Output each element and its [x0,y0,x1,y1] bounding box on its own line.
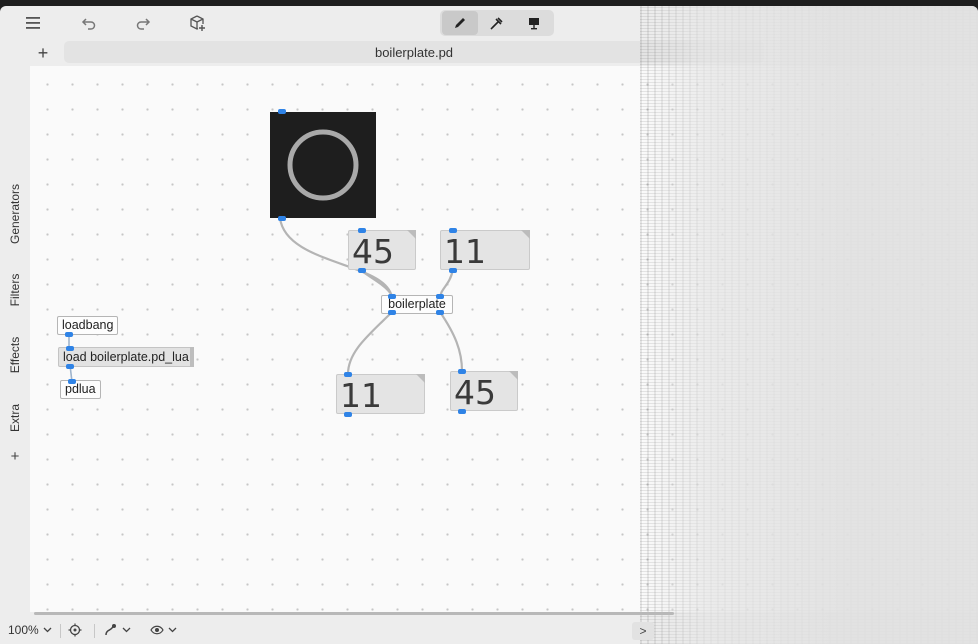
message-outlet[interactable] [66,364,74,369]
circle-display [287,129,359,201]
status-bar: 100% > [0,616,978,644]
sidebar-item-filters[interactable]: Filters [8,274,22,307]
number-inlet[interactable] [449,228,457,233]
number-box-input-left[interactable]: 45 [348,230,416,271]
mode-switcher [440,10,554,36]
patch-canvas[interactable]: 45 11 boilerplate 11 45 loadbang load bo… [30,66,978,612]
number-inlet[interactable] [344,372,352,377]
loadbang-outlet[interactable] [65,332,73,337]
divider [94,624,95,638]
chevron-down-icon [122,627,131,633]
add-object-icon [190,15,205,31]
divider [60,624,61,638]
horizontal-scrollbar[interactable] [34,612,674,615]
pencil-icon [455,18,465,28]
undo-icon [81,18,96,30]
number-inlet[interactable] [458,369,466,374]
connection-boilerplate-to-11 [346,311,393,375]
tab-bar: + boilerplate.pd [0,40,978,66]
zoom-level: 100% [8,623,39,637]
undo-button[interactable] [76,11,102,35]
add-object-button[interactable] [185,11,211,35]
chevron-down-icon [43,627,52,633]
boilerplate-outlet-left[interactable] [388,310,396,315]
console-toggle-button[interactable]: > [632,622,654,640]
toolbar [0,6,978,40]
number-inlet[interactable] [358,228,366,233]
sidebar-add-button[interactable]: + [7,448,23,465]
tab-boilerplate[interactable]: boilerplate.pd [64,41,764,63]
sidebar-item-generators[interactable]: Generators [8,184,22,244]
redo-button[interactable] [130,11,156,35]
patch-connections [68,217,464,383]
app-window: + boilerplate.pd Generators Filters Effe… [0,6,978,644]
redo-icon [136,18,151,30]
object-pdlua[interactable]: pdlua [60,380,101,399]
boilerplate-gui-scope[interactable] [270,112,376,218]
number-outlet[interactable] [358,268,366,273]
zoom-control[interactable]: 100% [8,620,52,640]
target-icon [68,623,82,637]
scope-outlet[interactable] [278,216,286,221]
sidebar-item-effects[interactable]: Effects [8,337,22,373]
connection-boilerplate-to-45 [439,311,464,372]
center-view-button[interactable] [68,620,82,640]
object-sidebar: Generators Filters Effects Extra + [0,66,30,612]
presentation-mode-button[interactable] [516,11,552,35]
boilerplate-outlet-right[interactable] [436,310,444,315]
number-box-output-right[interactable]: 45 [450,371,518,412]
sidebar-item-extra[interactable]: Extra [8,404,22,432]
number-box-input-right[interactable]: 11 [440,230,530,271]
menu-button[interactable] [20,11,46,35]
connection-style-menu[interactable] [104,620,131,640]
message-load-boilerplate[interactable]: load boilerplate.pd_lua [58,347,194,367]
number-outlet[interactable] [344,412,352,417]
number-outlet[interactable] [449,268,457,273]
boilerplate-inlet-left[interactable] [388,294,396,299]
number-box-output-left[interactable]: 11 [336,374,425,415]
visibility-icon [150,625,164,635]
hand-icon [490,17,503,30]
menu-icon [26,17,40,29]
presentation-icon [529,18,539,30]
boilerplate-inlet-right[interactable] [436,294,444,299]
message-inlet[interactable] [66,346,74,351]
run-mode-button[interactable] [479,11,515,35]
number-outlet[interactable] [458,409,466,414]
new-tab-button[interactable]: + [32,42,54,64]
scope-inlet[interactable] [278,109,286,114]
edit-mode-button[interactable] [442,11,478,35]
connection-style-icon [105,624,116,636]
chevron-down-icon [168,627,177,633]
visibility-menu[interactable] [150,620,177,640]
pdlua-inlet[interactable] [68,379,76,384]
